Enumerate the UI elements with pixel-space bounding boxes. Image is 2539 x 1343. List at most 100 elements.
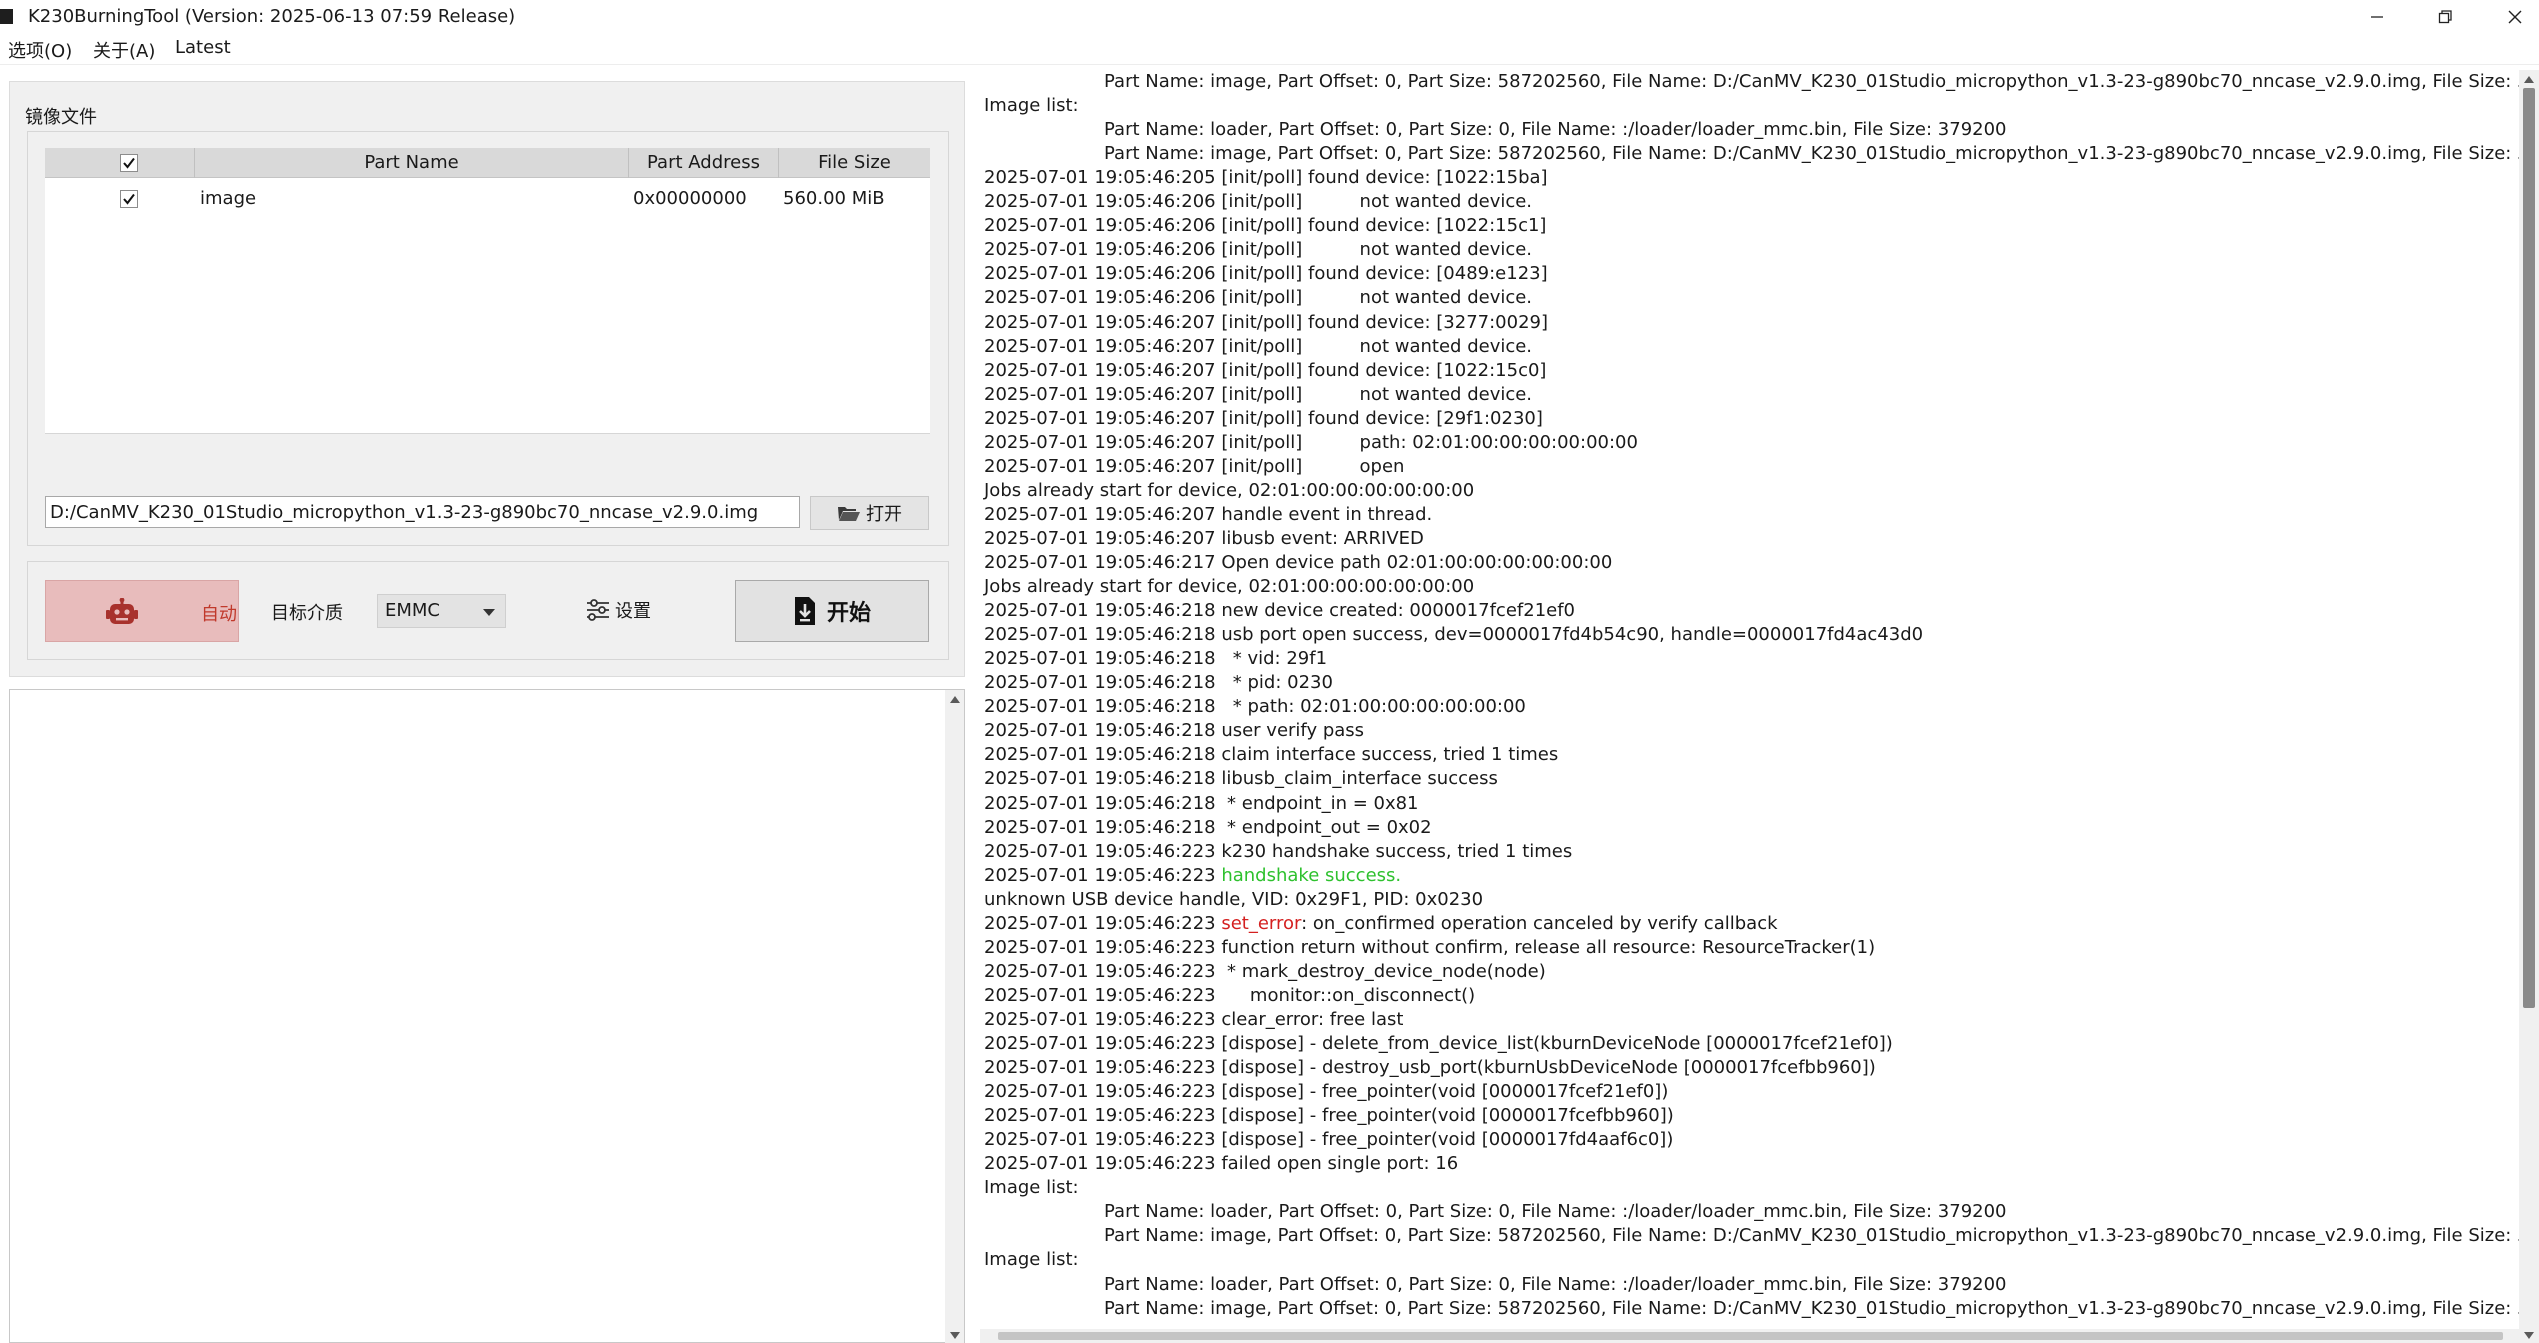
log-line: 2025-07-01 19:05:46:206 [init/poll] foun…	[984, 215, 1547, 236]
log-line: 2025-07-01 19:05:46:223 [dispose] - free…	[984, 1105, 1674, 1126]
log-line: 2025-07-01 19:05:46:207 libusb event: AR…	[984, 528, 1424, 549]
row-checkbox[interactable]	[120, 190, 138, 208]
log-line: unknown USB device handle, VID: 0x29F1, …	[984, 889, 1484, 910]
robot-icon	[106, 598, 138, 624]
left-scrollbar[interactable]	[945, 690, 964, 1343]
auto-label: 自动	[201, 604, 237, 625]
log-line: Part Name: loader, Part Offset: 0, Part …	[1104, 1201, 2007, 1222]
restore-button[interactable]	[2415, 0, 2475, 34]
settings-button[interactable]: 设置	[586, 597, 651, 623]
log-line: 2025-07-01 19:05:46:223 * mark_destroy_d…	[984, 961, 1546, 982]
log-line: 2025-07-01 19:05:46:223 monitor::on_disc…	[984, 985, 1476, 1006]
scroll-up-icon[interactable]	[950, 696, 960, 703]
menu-latest[interactable]: Latest	[175, 37, 231, 58]
log-line: 2025-07-01 19:05:46:217 Open device path…	[984, 552, 1613, 573]
menu-options[interactable]: 选项(O)	[8, 37, 72, 63]
log-line: Image list:	[984, 1177, 1079, 1198]
restore-icon	[2438, 10, 2452, 24]
header-part-name: Part Name	[194, 148, 628, 178]
menu-about[interactable]: 关于(A)	[93, 37, 155, 63]
log-line: 2025-07-01 19:05:46:206 [init/poll] not …	[984, 287, 1533, 308]
log-line: 2025-07-01 19:05:46:207 [init/poll] path…	[984, 432, 1638, 453]
log-line-prefix: 2025-07-01 19:05:46:223	[984, 913, 1222, 934]
panel-splitter[interactable]	[968, 70, 978, 1343]
log-line: Part Name: image, Part Offset: 0, Part S…	[1104, 143, 2519, 164]
scroll-thumb[interactable]	[998, 1332, 2503, 1340]
chevron-down-icon	[483, 609, 495, 616]
log-line: 2025-07-01 19:05:46:223 handshake succes…	[984, 864, 1401, 888]
log-vertical-scrollbar[interactable]	[2519, 70, 2539, 1343]
log-line: Part Name: image, Part Offset: 0, Part S…	[1104, 1225, 2519, 1246]
image-group-title: 镜像文件	[25, 107, 97, 128]
download-file-icon	[794, 597, 815, 625]
log-line: 2025-07-01 19:05:46:223 [dispose] - dele…	[984, 1033, 1893, 1054]
log-line-suffix: : on_confirmed operation canceled by ver…	[1301, 913, 1778, 934]
log-line: 2025-07-01 19:05:46:218 * endpoint_in = …	[984, 793, 1419, 814]
log-line: 2025-07-01 19:05:46:218 * vid: 29f1	[984, 648, 1328, 669]
log-line: 2025-07-01 19:05:46:207 [init/poll] foun…	[984, 312, 1549, 333]
log-line: Part Name: image, Part Offset: 0, Part S…	[1104, 71, 2519, 92]
scroll-up-icon[interactable]	[2524, 76, 2534, 83]
log-line: 2025-07-01 19:05:46:207 [init/poll] open	[984, 456, 1405, 477]
start-button[interactable]: 开始	[735, 580, 929, 642]
header-part-address: Part Address	[628, 148, 778, 178]
log-line: 2025-07-01 19:05:46:206 [init/poll] foun…	[984, 263, 1548, 284]
log-line: 2025-07-01 19:05:46:218 * pid: 0230	[984, 672, 1333, 693]
scroll-down-icon[interactable]	[2524, 1332, 2534, 1339]
log-line: 2025-07-01 19:05:46:218 libusb_claim_int…	[984, 768, 1498, 789]
select-all-checkbox[interactable]	[120, 154, 138, 172]
log-line: 2025-07-01 19:05:46:218 new device creat…	[984, 600, 1576, 621]
auto-button[interactable]: 自动	[45, 580, 239, 642]
open-file-label: 打开	[866, 504, 902, 525]
log-line: Image list:	[984, 95, 1079, 116]
app-icon	[0, 9, 13, 24]
settings-label: 设置	[615, 601, 651, 622]
log-line: Image list:	[984, 1249, 1079, 1270]
log-line: 2025-07-01 19:05:46:206 [init/poll] not …	[984, 191, 1533, 212]
window-title: K230BurningTool (Version: 2025-06-13 07:…	[28, 6, 516, 27]
log-line: 2025-07-01 19:05:46:206 [init/poll] not …	[984, 239, 1533, 260]
log-line: 2025-07-01 19:05:46:207 [init/poll] foun…	[984, 408, 1543, 429]
log-line: 2025-07-01 19:05:46:223 function return …	[984, 937, 1876, 958]
menu-bar: 选项(O) 关于(A) Latest	[0, 34, 2539, 65]
log-line: 2025-07-01 19:05:46:223 failed open sing…	[984, 1153, 1459, 1174]
table-divider	[45, 433, 930, 434]
log-line: Part Name: loader, Part Offset: 0, Part …	[1104, 119, 2007, 140]
log-line: 2025-07-01 19:05:46:223 [dispose] - dest…	[984, 1057, 1876, 1078]
scroll-down-icon[interactable]	[950, 1332, 960, 1339]
log-line: Part Name: loader, Part Offset: 0, Part …	[1104, 1274, 2007, 1295]
cell-part-name: image	[200, 188, 257, 209]
log-line-prefix: 2025-07-01 19:05:46:223	[984, 865, 1222, 886]
check-icon	[123, 193, 135, 205]
close-window-button[interactable]	[2485, 0, 2539, 34]
log-highlight: set_error	[1221, 913, 1302, 934]
close-icon	[2508, 10, 2522, 24]
log-line: Jobs already start for device, 02:01:00:…	[984, 480, 1475, 501]
log-line: 2025-07-01 19:05:46:218 usb port open su…	[984, 624, 1924, 645]
log-line: 2025-07-01 19:05:46:223 k230 handshake s…	[984, 841, 1573, 862]
image-path-input[interactable]	[45, 496, 800, 528]
device-progress-area	[9, 689, 965, 1343]
partition-table: Part Name Part Address File Size image 0…	[45, 148, 930, 433]
sliders-icon	[587, 599, 609, 621]
log-line: 2025-07-01 19:05:46:205 [init/poll] foun…	[984, 167, 1548, 188]
header-select-all[interactable]	[45, 148, 194, 178]
start-label: 开始	[826, 601, 871, 626]
table-header: Part Name Part Address File Size	[45, 148, 930, 178]
minimize-button[interactable]	[2347, 0, 2407, 34]
cell-part-address: 0x00000000	[633, 188, 747, 209]
log-line: 2025-07-01 19:05:46:207 [init/poll] not …	[984, 336, 1533, 357]
log-horizontal-scrollbar[interactable]	[980, 1329, 2519, 1343]
check-icon	[123, 157, 135, 169]
log-line: 2025-07-01 19:05:46:207 [init/poll] foun…	[984, 360, 1547, 381]
scroll-thumb[interactable]	[2523, 88, 2535, 1008]
log-output[interactable]: Part Name: image, Part Offset: 0, Part S…	[980, 70, 2519, 1343]
target-media-value: EMMC	[385, 600, 441, 621]
log-line: 2025-07-01 19:05:46:223 set_error: on_co…	[984, 912, 1778, 936]
log-line: 2025-07-01 19:05:46:223 [dispose] - free…	[984, 1081, 1669, 1102]
log-line: 2025-07-01 19:05:46:218 user verify pass	[984, 720, 1365, 741]
log-line: 2025-07-01 19:05:46:207 [init/poll] not …	[984, 384, 1533, 405]
target-media-select[interactable]: EMMC	[377, 594, 506, 628]
target-media-label: 目标介质	[271, 603, 343, 624]
open-file-button[interactable]: 打开	[810, 496, 929, 530]
